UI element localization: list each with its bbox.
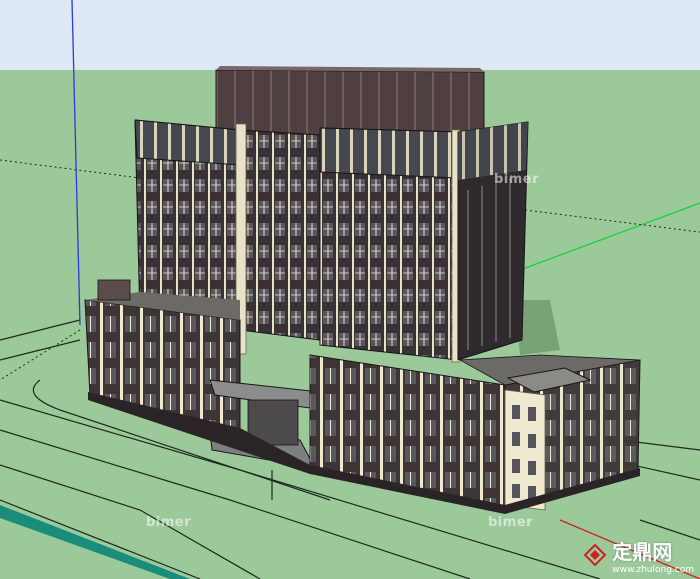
- watermark-top: bimer: [494, 172, 540, 187]
- tower-center-face: [239, 129, 321, 341]
- logo-text: 定鼎网: [612, 540, 673, 564]
- watermark-bottom-left: bimer: [146, 515, 192, 530]
- sketchup-scene: [0, 0, 700, 579]
- site-logo: 定鼎网 www.zhulong.com: [612, 536, 694, 575]
- sky: [0, 0, 700, 70]
- logo-url: www.zhulong.com: [612, 565, 694, 575]
- rooftop-unit: [97, 279, 131, 301]
- corner-tower: [504, 389, 546, 511]
- tower-right-top: [319, 127, 459, 179]
- watermark-bottom-right: bimer: [488, 515, 534, 530]
